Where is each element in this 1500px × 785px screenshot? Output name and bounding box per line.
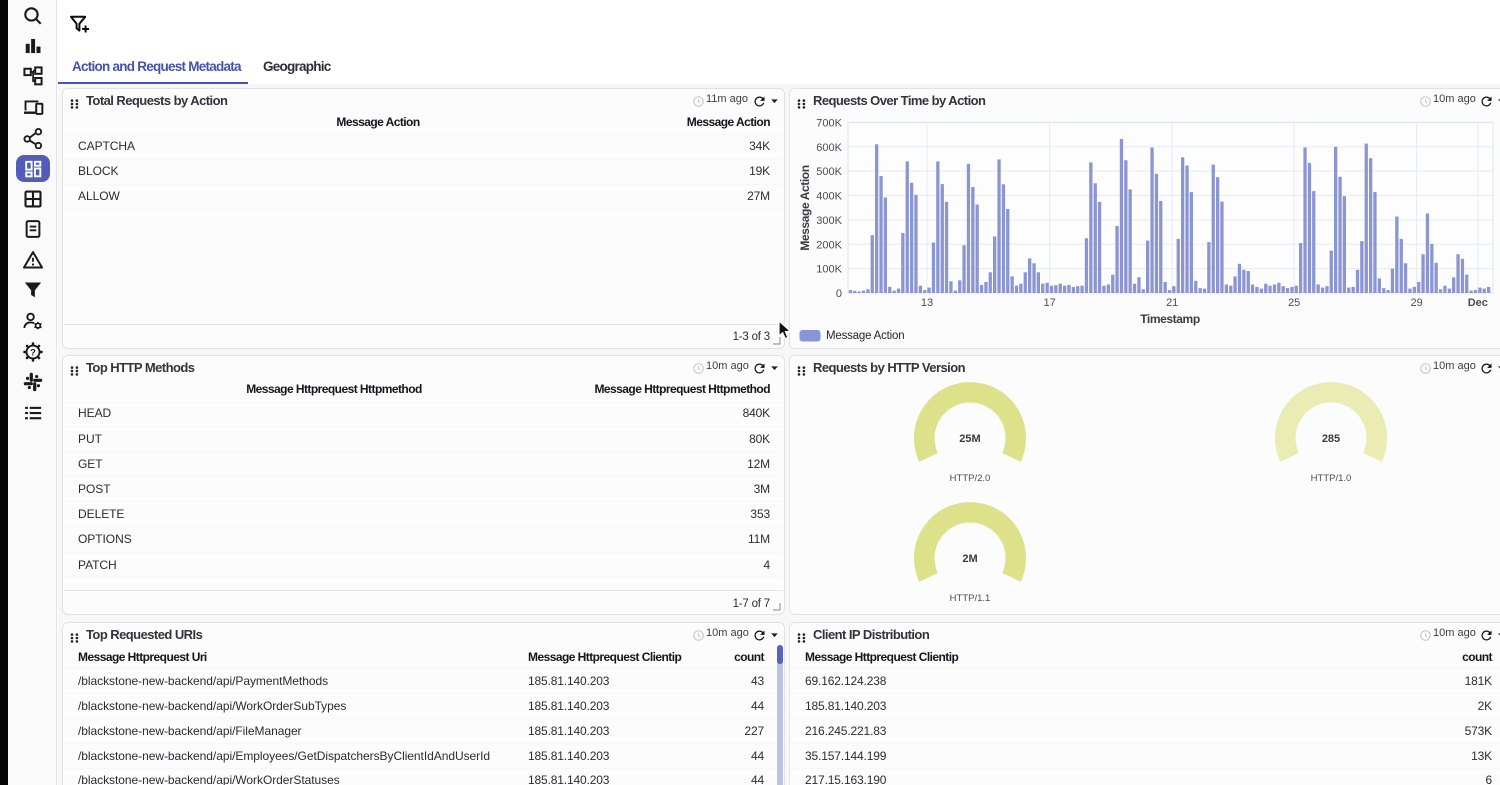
svg-text:100K: 100K: [816, 264, 842, 276]
svg-text:HTTP/1.1: HTTP/1.1: [950, 593, 991, 604]
svg-text:500K: 500K: [816, 166, 842, 178]
svg-text:?: ?: [30, 347, 36, 357]
svg-text:HTTP/1.0: HTTP/1.0: [1311, 473, 1352, 484]
svg-text:0: 0: [836, 288, 842, 300]
svg-text:700K: 700K: [816, 117, 842, 129]
svg-text:Message Action: Message Action: [826, 330, 904, 342]
svg-text:Timestamp: Timestamp: [1140, 312, 1200, 326]
svg-text:25: 25: [1288, 297, 1300, 309]
svg-text:Dec: Dec: [1468, 297, 1488, 309]
svg-text:21: 21: [1166, 297, 1178, 309]
svg-text:2M: 2M: [962, 553, 977, 565]
svg-text:17: 17: [1043, 297, 1055, 309]
svg-text:29: 29: [1410, 297, 1422, 309]
svg-text:13: 13: [921, 297, 933, 309]
svg-text:200K: 200K: [816, 239, 842, 251]
svg-text:HTTP/2.0: HTTP/2.0: [950, 473, 991, 484]
svg-text:300K: 300K: [816, 215, 842, 227]
svg-text:285: 285: [1322, 433, 1340, 445]
svg-text:600K: 600K: [816, 142, 842, 154]
svg-text:400K: 400K: [816, 191, 842, 203]
svg-text:25M: 25M: [959, 433, 980, 445]
svg-text:Message Action: Message Action: [798, 165, 812, 250]
